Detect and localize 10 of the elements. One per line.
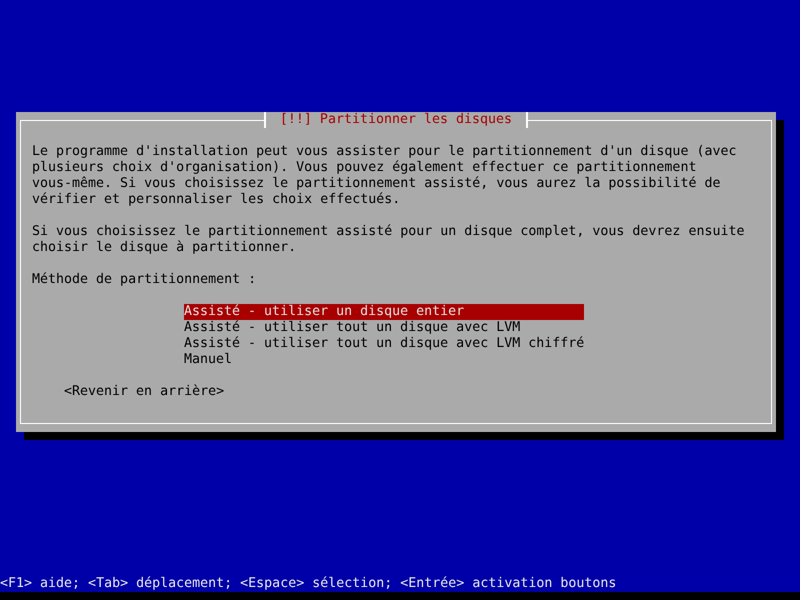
key-help-text: <F1> aide; <Tab> déplacement; <Espace> sélection; <Entrée> activation boutons [0, 576, 618, 592]
menu-option[interactable]: Manuel [184, 352, 584, 368]
description-paragraph: Le programme d'installation peut vous assister pour le partitionnement d'un disque (avec plusieurs choix d'organisation). Vous pouvez également effectuer ce partitionnement vous-même. Si vous choisissez le partitionnement assisté, vous aurez la possibilité de vérifier et personnaliser les choix effectués. [32, 144, 738, 208]
description-paragraph: Si vous choisissez le partitionnement assisté pour un disque complet, vous devrez ensuite choisir le disque à partitionner. [32, 224, 746, 256]
back-button[interactable]: <Revenir en arrière> [64, 384, 224, 400]
dialog-title: [!!] Partitionner les disques [264, 112, 528, 128]
menu-option[interactable]: Assisté - utiliser un disque entier [184, 304, 584, 320]
menu-option[interactable]: Assisté - utiliser tout un disque avec LVM chiffré [184, 336, 584, 352]
menu-option[interactable]: Assisté - utiliser tout un disque avec LVM [184, 320, 584, 336]
prompt-label: Méthode de partitionnement : [32, 272, 258, 288]
